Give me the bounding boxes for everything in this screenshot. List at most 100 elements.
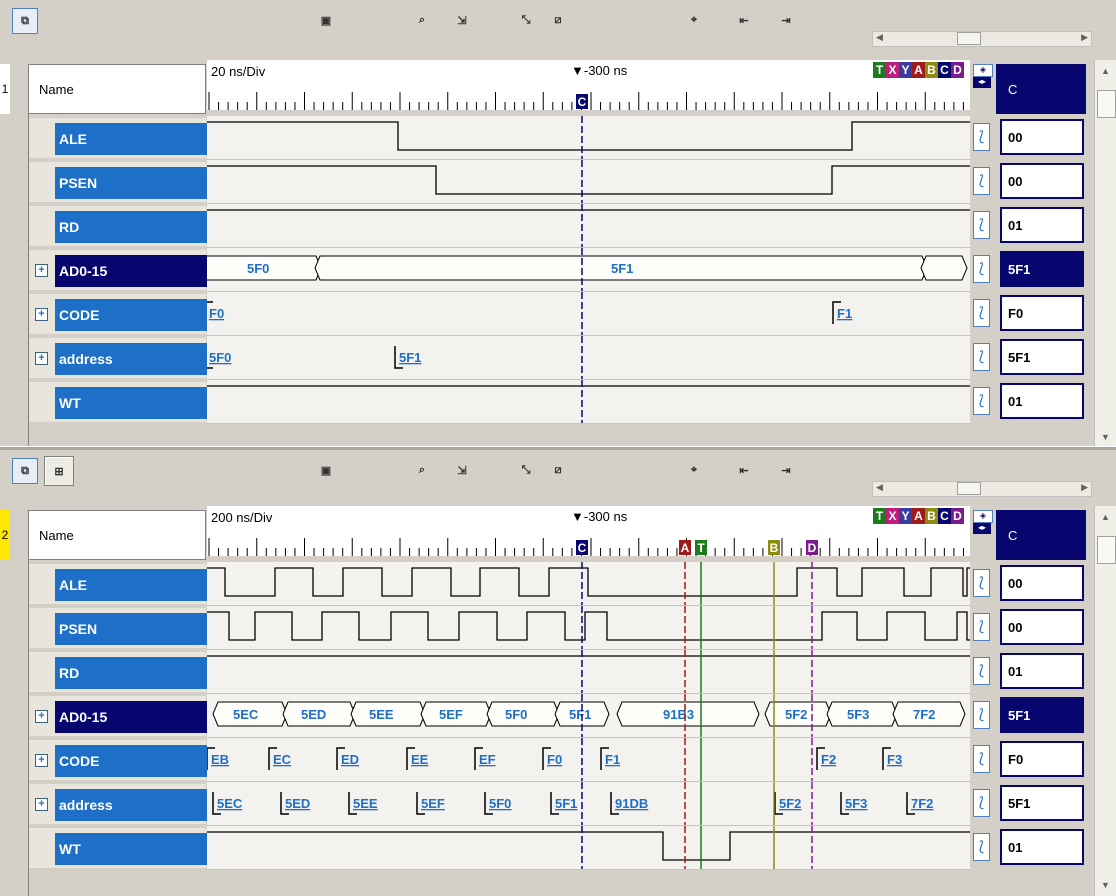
signal-value[interactable]: 01 <box>1000 383 1084 419</box>
signal-value[interactable]: F0 <box>1000 741 1084 777</box>
name-column-header[interactable]: Name <box>28 510 206 560</box>
zoom-search-icon[interactable]: ⌕ <box>410 8 434 32</box>
xy-toggle[interactable]: ◈ ◂▸ <box>973 510 993 534</box>
marker-letter-x[interactable]: X <box>886 62 899 78</box>
signal-name-cell[interactable]: + CODE <box>28 294 207 334</box>
signal-row-code[interactable]: + CODE F0 F1 ⟅ F0 <box>28 292 1094 336</box>
signal-name-label[interactable]: ALE <box>55 123 207 155</box>
horizontal-scrollbar[interactable]: ◀ ▶ <box>872 31 1092 47</box>
split-icon[interactable]: ◈ <box>973 510 993 523</box>
signal-name-cell[interactable]: + AD0-15 <box>28 696 207 736</box>
signal-name-label[interactable]: CODE <box>55 299 207 331</box>
signal-value[interactable]: 01 <box>1000 207 1084 243</box>
expand-icon[interactable]: + <box>35 264 48 277</box>
abcd-tool-icon[interactable]: ⧄ <box>546 458 570 482</box>
signal-name-cell[interactable]: RD <box>28 206 207 246</box>
marker-letter-b[interactable]: B <box>925 62 938 78</box>
signal-name-cell[interactable]: WT <box>28 382 207 422</box>
expand-icon[interactable]: + <box>35 352 48 365</box>
signal-name-cell[interactable]: WT <box>28 828 207 868</box>
signal-name-cell[interactable]: ALE <box>28 564 207 604</box>
zoom-in-out-icon[interactable]: ⌖ <box>682 458 706 482</box>
signal-waveform[interactable] <box>207 380 970 424</box>
signal-name-label[interactable]: address <box>55 789 207 821</box>
signal-name-label[interactable]: CODE <box>55 745 207 777</box>
scroll-up-icon[interactable]: ▲ <box>1101 512 1110 522</box>
signal-name-label[interactable]: AD0-15 <box>55 255 207 287</box>
signal-waveform[interactable] <box>207 826 970 870</box>
signal-value[interactable]: 00 <box>1000 565 1084 601</box>
signal-row-ad015[interactable]: + AD0-15 5F0 5F1 ⟅ 5F1 <box>28 248 1094 292</box>
scroll-thumb[interactable] <box>957 482 981 495</box>
xy-tool-icon[interactable]: ⤡ <box>514 458 538 482</box>
marker-letter-t[interactable]: T <box>873 508 886 524</box>
marker-letter-t[interactable]: T <box>873 62 886 78</box>
signal-name-cell[interactable]: + address <box>28 338 207 378</box>
signal-name-label[interactable]: RD <box>55 211 207 243</box>
expand-horizontal-icon[interactable]: ◂▸ <box>973 77 991 88</box>
scroll-right-icon[interactable]: ▶ <box>1081 482 1088 493</box>
marker-letter-a[interactable]: A <box>912 62 925 78</box>
row-scroll-icon[interactable]: ⟅ <box>973 211 990 239</box>
row-scroll-icon[interactable]: ⟅ <box>973 701 990 729</box>
scroll-left-icon[interactable]: ◀ <box>876 482 883 493</box>
value-column-header[interactable]: C <box>996 64 1086 114</box>
signal-waveform[interactable] <box>207 204 970 248</box>
row-scroll-icon[interactable]: ⟅ <box>973 255 990 283</box>
signal-waveform[interactable] <box>207 160 970 204</box>
signal-row-rd[interactable]: RD ⟅ 01 <box>28 650 1094 694</box>
scroll-up-icon[interactable]: ▲ <box>1101 66 1110 76</box>
row-scroll-icon[interactable]: ⟅ <box>973 657 990 685</box>
vertical-scrollbar[interactable]: ▲ ▼ <box>1094 506 1116 896</box>
signal-row-wt[interactable]: WT ⟅ 01 <box>28 380 1094 424</box>
signal-name-cell[interactable]: PSEN <box>28 162 207 202</box>
signal-waveform[interactable]: F0 F1 <box>204 292 970 336</box>
vertical-scrollbar[interactable]: ▲ ▼ <box>1094 60 1116 448</box>
signal-name-cell[interactable]: RD <box>28 652 207 692</box>
signal-waveform[interactable]: 5EC 5ED 5EE 5EF 5F0 5F1 91B3 5F2 5F3 7F2 <box>207 694 970 738</box>
zoom-in-out-icon[interactable]: ⌖ <box>682 8 706 32</box>
signal-value[interactable]: 01 <box>1000 829 1084 865</box>
marker-letter-y[interactable]: Y <box>899 62 912 78</box>
signal-name-label[interactable]: ALE <box>55 569 207 601</box>
signal-waveform[interactable] <box>207 562 970 606</box>
prev-edge-icon[interactable]: ⇤ <box>732 458 756 482</box>
scroll-right-icon[interactable]: ▶ <box>1081 32 1088 43</box>
vscroll-thumb[interactable] <box>1097 536 1116 564</box>
vscroll-thumb[interactable] <box>1097 90 1116 118</box>
row-scroll-icon[interactable]: ⟅ <box>973 123 990 151</box>
signal-name-label[interactable]: PSEN <box>55 167 207 199</box>
marker-letter-y[interactable]: Y <box>899 508 912 524</box>
zoom-fit-icon[interactable]: ⇲ <box>450 458 474 482</box>
prev-edge-icon[interactable]: ⇤ <box>732 8 756 32</box>
expand-icon[interactable]: + <box>35 754 48 767</box>
expand-icon[interactable]: + <box>35 710 48 723</box>
signal-row-address[interactable]: + address 5EC 5ED 5EE 5EF 5F0 5F1 91DB 5F2 5F3 7F2 ⟅… <box>28 782 1094 826</box>
signal-row-rd[interactable]: RD ⟅ 01 <box>28 204 1094 248</box>
marker-letter-d[interactable]: D <box>951 508 964 524</box>
signal-name-cell[interactable]: + AD0-15 <box>28 250 207 290</box>
row-scroll-icon[interactable]: ⟅ <box>973 569 990 597</box>
camera-icon[interactable]: ▣ <box>314 8 338 32</box>
scroll-thumb[interactable] <box>957 32 981 45</box>
signal-value[interactable]: 00 <box>1000 119 1084 155</box>
scroll-left-icon[interactable]: ◀ <box>876 32 883 43</box>
xy-tool-icon[interactable]: ⤡ <box>514 8 538 32</box>
value-column-header[interactable]: C <box>996 510 1086 560</box>
signal-row-psen[interactable]: PSEN ⟅ 00 <box>28 160 1094 204</box>
signal-value[interactable]: 5F1 <box>1000 339 1084 375</box>
zoom-search-icon[interactable]: ⌕ <box>410 458 434 482</box>
signal-row-ale[interactable]: ALE ⟅ 00 <box>28 562 1094 606</box>
time-axis[interactable]: 20 ns/Div ▼-300 ns TXYABCD C <box>207 60 970 110</box>
signal-name-label[interactable]: WT <box>55 387 207 419</box>
signal-row-wt[interactable]: WT ⟅ 01 <box>28 826 1094 870</box>
zoom-fit-icon[interactable]: ⇲ <box>450 8 474 32</box>
row-scroll-icon[interactable]: ⟅ <box>973 613 990 641</box>
signal-value[interactable]: 00 <box>1000 609 1084 645</box>
signal-name-cell[interactable]: ALE <box>28 118 207 158</box>
next-edge-icon[interactable]: ⇥ <box>774 8 798 32</box>
signal-waveform[interactable] <box>207 606 970 650</box>
row-scroll-icon[interactable]: ⟅ <box>973 789 990 817</box>
signal-value[interactable]: F0 <box>1000 295 1084 331</box>
marker-letter-x[interactable]: X <box>886 508 899 524</box>
